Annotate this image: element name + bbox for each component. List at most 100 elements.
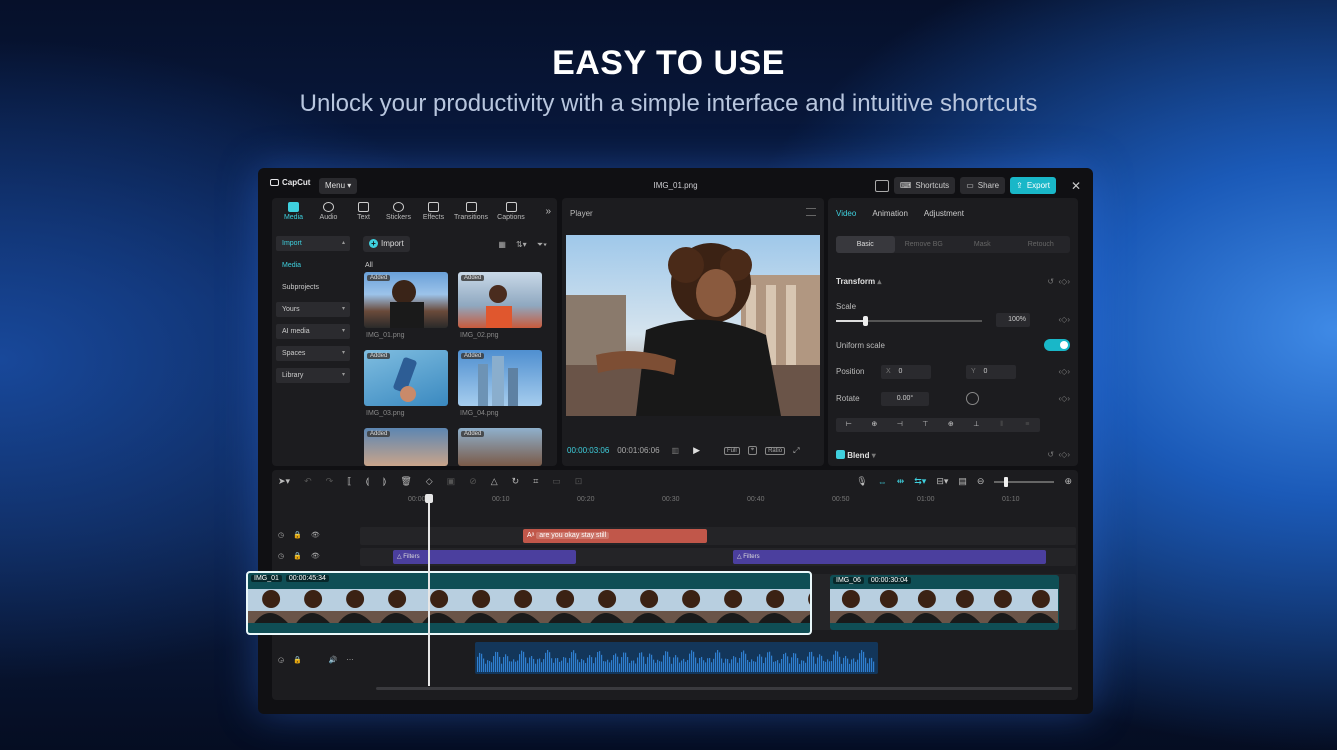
tab-video[interactable]: Video (836, 209, 856, 218)
waveform-icon[interactable]: ▥ (672, 446, 680, 455)
marker-icon[interactable]: ◇ (426, 476, 433, 487)
sort-icon[interactable]: ⇅▾ (516, 240, 527, 250)
subtab-basic[interactable]: Basic (836, 236, 895, 253)
media-thumb[interactable]: Added (364, 428, 448, 466)
sidebar-item-spaces[interactable]: Spaces ▾ (276, 346, 350, 361)
delete-icon[interactable]: 🗑 (400, 476, 411, 487)
keyframe-icon[interactable]: ‹◇› (1059, 394, 1070, 403)
export-button[interactable]: ⇪ Export (1010, 177, 1056, 194)
menu-icon[interactable] (806, 208, 816, 216)
video-clip[interactable]: IMG_06 00:00:30:04 (830, 575, 1059, 630)
crop-icon[interactable]: ⌗ (533, 476, 538, 487)
align-bottom-icon[interactable]: ⊥ (964, 418, 990, 432)
align-top-icon[interactable]: ⊤ (913, 418, 939, 432)
tab-text[interactable]: Text (346, 198, 381, 226)
link-icon[interactable]: ⇆▾ (914, 476, 926, 487)
microphone-icon[interactable]: 🎙 (856, 476, 867, 487)
tab-transitions[interactable]: Transitions (451, 198, 491, 226)
position-y-field[interactable]: Y 0 (966, 365, 1016, 379)
subtab-remove-bg[interactable]: Remove BG (895, 236, 954, 253)
align-left-icon[interactable]: ⊢ (836, 418, 862, 432)
player-viewport[interactable] (566, 235, 820, 416)
rotate-dial-icon[interactable] (966, 392, 979, 405)
blend-checkbox[interactable] (836, 450, 845, 459)
rotate-icon[interactable]: ↻ (512, 476, 520, 487)
eye-icon[interactable]: 👁 (311, 552, 320, 560)
align-center-h-icon[interactable]: ⊕ (862, 418, 888, 432)
media-thumb[interactable]: Added (364, 272, 448, 328)
split-right-icon[interactable]: ⟭ (383, 476, 386, 487)
sidebar-item-import[interactable]: Import ▴ (276, 236, 350, 251)
keyframe-icon[interactable]: ‹◇› (1059, 315, 1070, 324)
keyframe-controls[interactable]: ↺ ‹◇› (1047, 277, 1070, 286)
tab-stickers[interactable]: Stickers (381, 198, 416, 226)
tab-media[interactable]: Media (276, 198, 311, 226)
time-ruler[interactable]: 00:00 00:10 00:20 00:30 00:40 00:50 01:0… (392, 496, 1072, 506)
select-tool-icon[interactable]: ➤▾ (278, 476, 290, 487)
text-clip[interactable]: Aᵃ are you okay stay still (523, 529, 707, 543)
rotate-value[interactable]: 0.00° (881, 392, 929, 406)
zoom-slider[interactable] (994, 476, 1055, 487)
uniform-scale-toggle[interactable] (1044, 339, 1070, 351)
ratio-button[interactable]: Ratio (765, 446, 786, 455)
volume-icon[interactable]: 🔊 (329, 656, 338, 664)
sidebar-item-ai-media[interactable]: AI media ▾ (276, 324, 350, 339)
redo-icon[interactable]: ↷ (326, 476, 334, 487)
undo-icon[interactable]: ↶ (304, 476, 312, 487)
grid-view-icon[interactable]: ▦ (498, 240, 506, 250)
reverse-icon[interactable]: ⊘ (469, 476, 477, 487)
shortcuts-button[interactable]: ⌨ Shortcuts (893, 177, 956, 194)
keyframe-controls[interactable]: ↺ ‹◇› (1047, 450, 1070, 459)
blend-section[interactable]: Blend ▾ (836, 450, 876, 460)
fit-icon[interactable]: ▭ (552, 476, 561, 487)
playhead-handle[interactable] (425, 494, 433, 503)
tab-animation[interactable]: Animation (872, 209, 908, 218)
transform-section[interactable]: Transform ▴ (836, 277, 881, 286)
zoom-slider-knob[interactable] (1004, 476, 1009, 487)
link-main-track-icon[interactable]: ⇔ (878, 477, 887, 487)
filter-clip[interactable]: △ Filters (733, 550, 1046, 564)
preview-axis-icon[interactable]: ⊟▾ (936, 476, 948, 487)
audio-track-icon[interactable]: ◶ (278, 656, 284, 664)
lock-icon[interactable]: 🔒 (293, 531, 302, 539)
filter-icon[interactable]: ⏷▾ (537, 240, 547, 250)
timeline-scrollbar[interactable] (376, 687, 1072, 690)
audio-clip[interactable] (475, 642, 878, 674)
filter-clip[interactable]: △ Filters (393, 550, 576, 564)
tab-effects[interactable]: Effects (416, 198, 451, 226)
eye-icon[interactable]: 👁 (311, 531, 320, 539)
cover-icon[interactable]: ▤ (958, 476, 967, 487)
chevron-double-right-icon[interactable]: » (545, 206, 551, 217)
tab-audio[interactable]: Audio (311, 198, 346, 226)
media-thumb[interactable]: Added (458, 350, 542, 406)
sidebar-item-library[interactable]: Library ▾ (276, 368, 350, 383)
scale-value[interactable]: 100% (996, 313, 1030, 327)
sidebar-item-yours[interactable]: Yours ▾ (276, 302, 350, 317)
split-icon[interactable]: ⟦ (347, 476, 351, 487)
sidebar-item-subprojects[interactable]: Subprojects (276, 280, 350, 295)
focus-icon[interactable]: ⌖ (747, 446, 758, 455)
position-x-field[interactable]: X 0 (881, 365, 931, 379)
scale-slider[interactable] (836, 316, 982, 326)
media-thumb[interactable]: Added (364, 350, 448, 406)
resize-icon[interactable]: ⊡ (575, 476, 583, 487)
playhead[interactable] (425, 494, 433, 686)
close-icon[interactable]: ✕ (1071, 179, 1081, 193)
mirror-icon[interactable]: △ (491, 476, 498, 487)
share-button[interactable]: ▭ Share (960, 177, 1006, 194)
layout-icon[interactable] (874, 179, 889, 192)
import-button[interactable]: + Import (363, 236, 410, 252)
magnet-icon[interactable]: ⇹ (897, 476, 905, 487)
sidebar-item-media[interactable]: Media (276, 258, 350, 273)
align-middle-v-icon[interactable]: ⊕ (938, 418, 964, 432)
media-thumb[interactable]: Added (458, 272, 542, 328)
distribute-h-icon[interactable]: ⦀ (989, 418, 1015, 432)
subtab-retouch[interactable]: Retouch (1012, 236, 1071, 253)
lock-icon[interactable]: 🔒 (293, 552, 302, 560)
full-button[interactable]: Full (724, 446, 740, 455)
keyframe-icon[interactable]: ‹◇› (1059, 367, 1070, 376)
lock-icon[interactable]: 🔒 (293, 656, 302, 664)
distribute-v-icon[interactable]: ≡ (1015, 418, 1041, 432)
zoom-out-icon[interactable]: ⊖ (977, 476, 985, 487)
clock-icon[interactable]: ◷ (278, 531, 284, 539)
